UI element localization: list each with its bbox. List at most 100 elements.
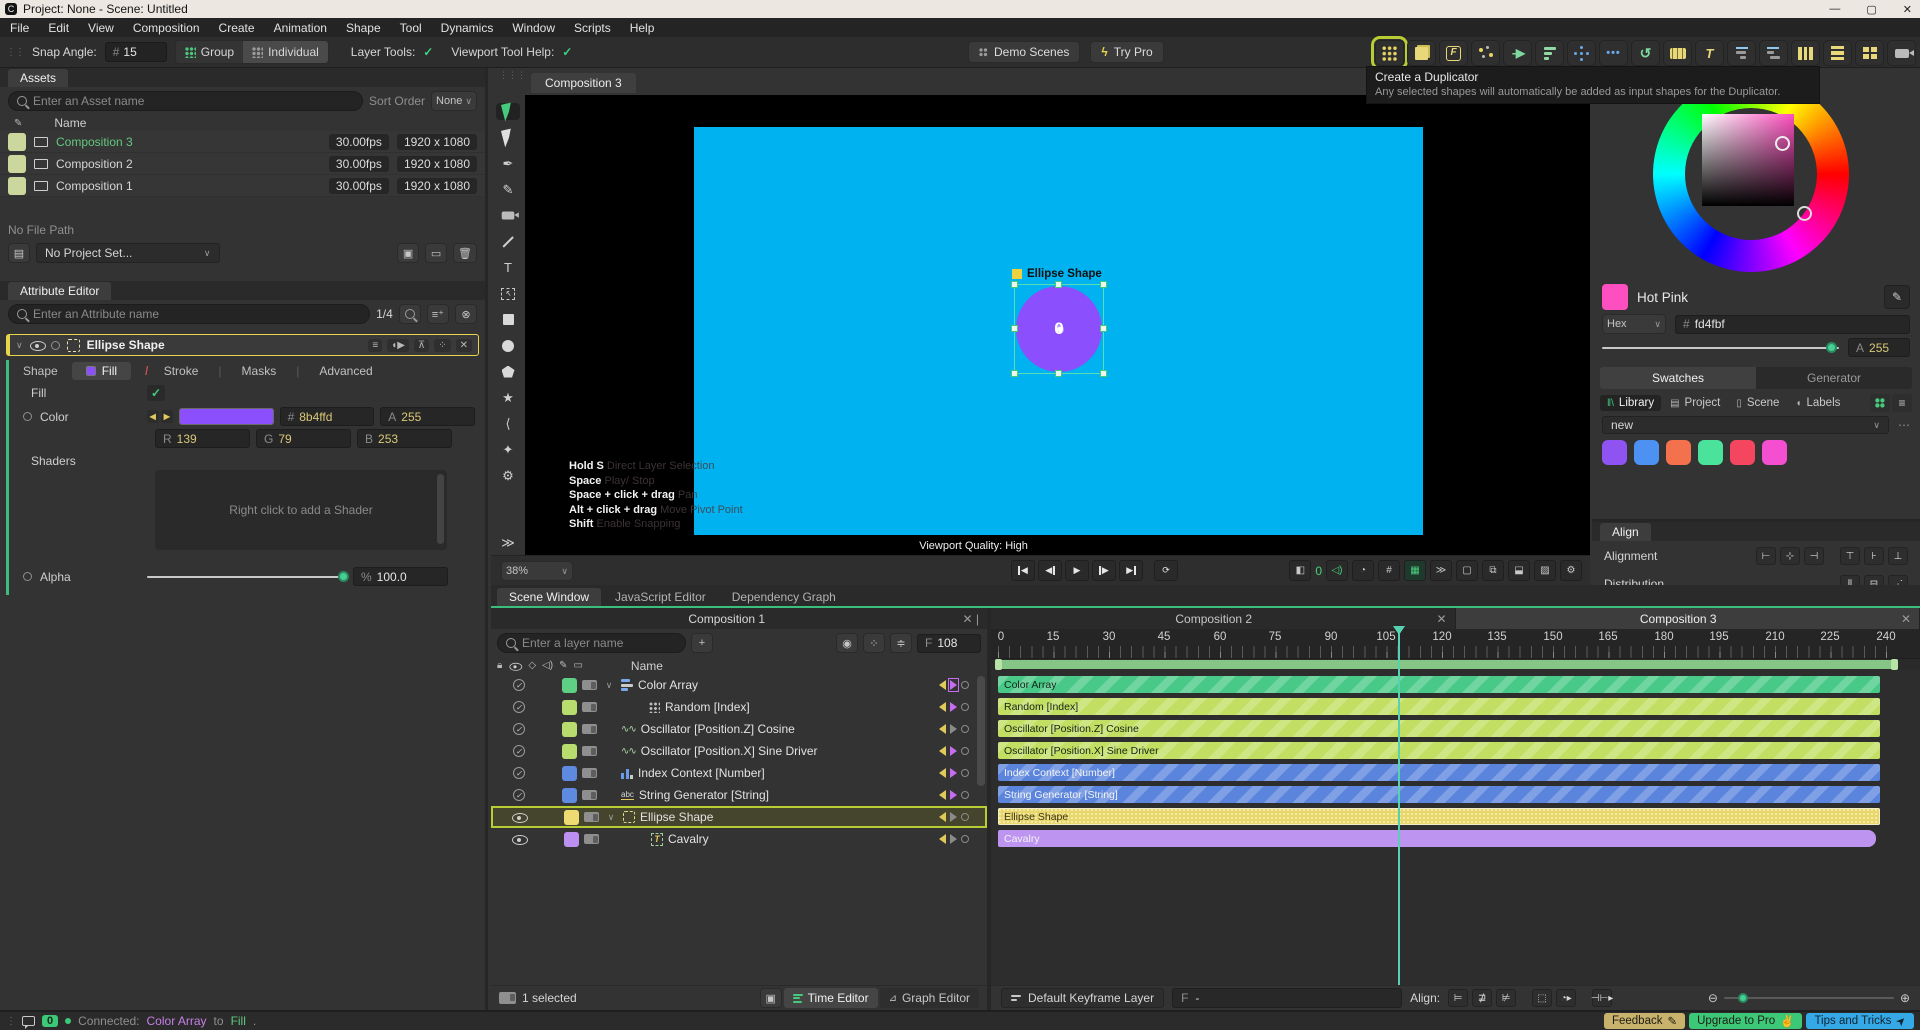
messages-icon[interactable]: [22, 1016, 35, 1026]
shaders-dropzone[interactable]: Right click to add a Shader: [155, 470, 447, 550]
tips-and-tricks-button[interactable]: Tips and Tricks➤: [1806, 1013, 1914, 1029]
layer-row-oscillator-z[interactable]: ✓ ∿∿ Oscillator [Position.Z] Cosine: [491, 718, 987, 740]
viewport-tool-help-checkbox[interactable]: ✓: [562, 45, 572, 59]
layers-view-icon[interactable]: ⧉: [1482, 560, 1504, 581]
selection-handle[interactable]: [1011, 370, 1018, 377]
layer-search-input[interactable]: [522, 636, 677, 650]
layer-tools-checkbox[interactable]: ✓: [423, 45, 433, 59]
expander-chevron-icon[interactable]: ∨: [602, 680, 616, 691]
asset-row-composition-2[interactable]: Composition 2 30.00fps 1920 x 1080: [0, 153, 485, 175]
fill-checkbox[interactable]: ✓: [147, 385, 165, 401]
direct-select-tool[interactable]: [496, 129, 520, 146]
layer-row-index-context[interactable]: ✓ Index Context [Number]: [491, 762, 987, 784]
go-to-end-button[interactable]: ▶: [1119, 560, 1143, 581]
enabled-check-icon[interactable]: ✓: [513, 789, 525, 801]
frame-bounds-icon[interactable]: ▢: [1456, 560, 1478, 581]
list-view-button[interactable]: ≡: [1892, 394, 1912, 412]
expander-chevron-icon[interactable]: ∨: [604, 812, 618, 823]
sort-order-select[interactable]: None ∨: [431, 91, 477, 111]
close-button[interactable]: ✕: [1903, 3, 1912, 16]
tab-fill[interactable]: Fill: [72, 362, 131, 380]
new-folder-button[interactable]: ▣: [397, 243, 419, 263]
pixel-grid-icon[interactable]: ▦: [1404, 560, 1426, 581]
track-ellipse-shape[interactable]: Ellipse Shape: [998, 808, 1880, 825]
previous-frame-button[interactable]: ◀: [1038, 560, 1062, 581]
pencil-tool[interactable]: ✎: [496, 181, 520, 198]
layer-name[interactable]: Index Context [Number]: [638, 766, 934, 780]
asset-name[interactable]: Composition 3: [56, 135, 321, 149]
grid-button[interactable]: [1855, 40, 1884, 66]
menu-animation[interactable]: Animation: [274, 21, 327, 35]
layer-toggle-icon[interactable]: [584, 812, 599, 822]
close-icon[interactable]: ✕: [1901, 612, 1919, 626]
align-keys-center-button[interactable]: ⋣: [1472, 989, 1492, 1007]
layer-row-random[interactable]: ✓ Random [Index]: [491, 696, 987, 718]
scene-comp-tab[interactable]: Composition 1: [491, 612, 962, 626]
layer-row-cavalry[interactable]: T Cavalry: [491, 828, 987, 850]
new-composition-button[interactable]: ▭: [425, 243, 447, 263]
swatch-blue[interactable]: [1634, 440, 1659, 465]
selection-handle[interactable]: [1100, 325, 1107, 332]
project-set-icon-button[interactable]: ▤: [8, 243, 30, 263]
time-editor-button[interactable]: Time Editor: [784, 988, 878, 1008]
layer-toggle-icon[interactable]: [582, 746, 597, 756]
align-keys-right-button[interactable]: ⊭: [1496, 989, 1516, 1007]
star-tool[interactable]: ★: [496, 389, 520, 406]
demo-scenes-button[interactable]: Demo Scenes: [968, 41, 1080, 63]
keyframe-circle-icon[interactable]: [23, 412, 32, 421]
rows-button[interactable]: [1823, 40, 1852, 66]
layer-search[interactable]: [497, 633, 686, 653]
close-icon[interactable]: ✕: [1436, 612, 1454, 626]
stagger-b-button[interactable]: [1759, 40, 1788, 66]
tab-attribute-editor[interactable]: Attribute Editor: [8, 282, 111, 300]
rectangle-tool[interactable]: [496, 311, 520, 328]
layer-name[interactable]: Color Array: [638, 678, 934, 692]
picker-alpha-field[interactable]: A 255: [1848, 338, 1910, 357]
hue-cursor[interactable]: [1797, 206, 1812, 221]
saturation-value-square[interactable]: [1702, 114, 1794, 206]
close-icon[interactable]: ✕: [456, 339, 472, 352]
layer-row-string-generator[interactable]: ✓ abc String Generator [String]: [491, 784, 987, 806]
fast-forward-icon[interactable]: ≫: [1430, 560, 1452, 581]
swatch-mint[interactable]: [1698, 440, 1723, 465]
viewport-canvas[interactable]: Ellipse Shape 0 Hold S Direct Layer Sele…: [525, 95, 1590, 555]
timeline-tab-composition-3[interactable]: Composition 3 ✕: [1456, 608, 1920, 629]
tab-scene-window[interactable]: Scene Window: [497, 588, 601, 606]
selection-toggle-icon[interactable]: [499, 992, 516, 1004]
solo-circle-icon[interactable]: [51, 341, 60, 350]
project-set-select[interactable]: No Project Set... ∨: [36, 243, 220, 263]
asset-search[interactable]: [8, 91, 363, 111]
menu-create[interactable]: Create: [219, 21, 255, 35]
tab-dependency-graph[interactable]: Dependency Graph: [720, 588, 848, 606]
asset-name[interactable]: Composition 2: [56, 157, 321, 171]
layer-scrollbar[interactable]: [977, 676, 985, 786]
layer-swatch[interactable]: [564, 810, 579, 825]
try-pro-button[interactable]: ϟ Try Pro: [1090, 41, 1163, 63]
emitter-button[interactable]: [1567, 40, 1596, 66]
enabled-check-icon[interactable]: ✓: [513, 701, 525, 713]
hex-field[interactable]: # 8b4ffd: [280, 407, 375, 426]
selection-bounds[interactable]: 0: [1014, 284, 1104, 374]
menu-composition[interactable]: Composition: [133, 21, 200, 35]
expand-tools-button[interactable]: ≫: [496, 534, 520, 551]
arc-tool[interactable]: ⟨: [496, 415, 520, 432]
layer-toggle-icon[interactable]: [584, 834, 599, 844]
enabled-check-icon[interactable]: ✓: [513, 679, 525, 691]
stagger-a-button[interactable]: [1727, 40, 1756, 66]
connect-button[interactable]: --▶: [1503, 40, 1532, 66]
layer-toggle-icon[interactable]: [582, 680, 597, 690]
filter-dots-button[interactable]: ⁘: [863, 633, 885, 653]
menu-shape[interactable]: Shape: [346, 21, 381, 35]
project-tab[interactable]: ▤ Project: [1663, 395, 1727, 411]
delete-asset-button[interactable]: 🗑︎: [453, 243, 477, 263]
viewport-settings-gear-icon[interactable]: ⚙: [1560, 560, 1582, 581]
layer-toggle-icon[interactable]: [582, 790, 597, 800]
maximize-button[interactable]: ▢: [1866, 3, 1876, 16]
layer-row-oscillator-x[interactable]: ✓ ∿∿ Oscillator [Position.X] Sine Driver: [491, 740, 987, 762]
frame-range-button[interactable]: ⬚: [1532, 989, 1552, 1007]
picker-alpha-slider[interactable]: [1602, 341, 1839, 355]
zoom-in-icon[interactable]: ⊕: [1900, 991, 1910, 1005]
tab-generator[interactable]: Generator: [1756, 367, 1912, 389]
search-settings-button[interactable]: [399, 304, 421, 324]
ellipse-tool[interactable]: [496, 337, 520, 354]
